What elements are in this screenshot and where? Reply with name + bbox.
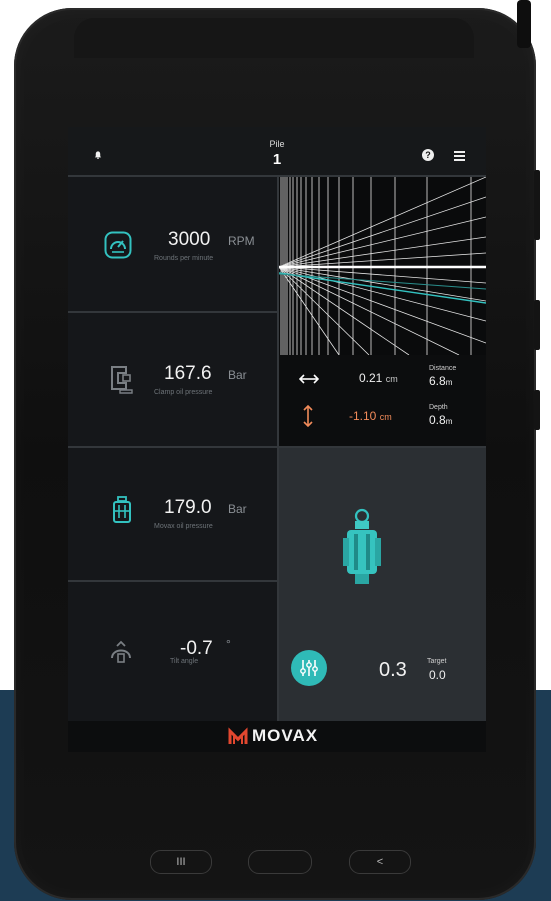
tablet-top-bezel: [74, 18, 474, 58]
home-button[interactable]: [248, 850, 312, 874]
tilt-icon: [111, 640, 131, 663]
rpm-panel[interactable]: 3000 RPM Rounds per minute: [68, 177, 277, 311]
movax-pressure-value: 179.0: [164, 497, 212, 518]
clamp-pressure-label: Clamp oil pressure: [154, 389, 213, 396]
depth-value: 0.8m: [429, 413, 452, 427]
horizontal-offset-unit: cm: [385, 374, 398, 384]
hammer-icon: [113, 496, 131, 523]
depth-unit: m: [445, 417, 453, 426]
vertical-offset: -1.10 cm: [349, 409, 392, 423]
vertical-arrows-icon: [303, 405, 313, 427]
rpm-unit: RPM: [228, 234, 255, 248]
distance-value: 6.8m: [429, 374, 452, 388]
settings-button[interactable]: [291, 650, 327, 686]
tilt-panel[interactable]: -0.7 ° Tilt angle: [68, 582, 277, 721]
hamburger-icon[interactable]: [454, 151, 465, 163]
brand-footer: MOVAX: [68, 721, 486, 752]
movax-logo-icon: [228, 727, 248, 744]
target-label: Target: [427, 658, 447, 665]
movax-pressure-panel[interactable]: 179.0 Bar Movax oil pressure: [68, 448, 277, 580]
clamp-pressure-panel[interactable]: 167.6 Bar Clamp oil pressure: [68, 313, 277, 446]
target-value: 0.0: [429, 668, 446, 682]
distance-number: 6.8: [429, 374, 446, 388]
brand-name: MOVAX: [252, 726, 319, 745]
depth-number: 0.8: [429, 413, 446, 427]
alignment-view[interactable]: [278, 176, 486, 356]
clamp-icon: [111, 366, 133, 394]
distance-label: Distance: [429, 365, 457, 372]
hammer-panel[interactable]: 0.3 Target 0.0: [279, 448, 486, 721]
alignment-grid: [278, 176, 486, 356]
question-circle-icon[interactable]: ?: [422, 149, 434, 161]
tilt-label: Tilt angle: [170, 658, 199, 665]
tilt-unit: °: [226, 637, 231, 651]
depth-label: Depth: [429, 404, 448, 411]
distance-unit: m: [445, 378, 453, 387]
gauge-icon: [104, 231, 132, 259]
clamp-pressure-value: 167.6: [164, 363, 212, 384]
horizontal-arrows-icon: [299, 374, 319, 384]
back-button[interactable]: <: [349, 850, 411, 874]
pile-label: Pile: [269, 139, 285, 149]
current-depth-value: 0.3: [379, 659, 407, 681]
movax-pressure-label: Movax oil pressure: [154, 523, 213, 530]
vertical-offset-unit: cm: [379, 412, 392, 422]
clamp-pressure-unit: Bar: [228, 368, 247, 382]
app-screen: Pile 1 ? 3000 RPM Rounds per minute 167.…: [68, 127, 486, 752]
stylus: [517, 0, 531, 48]
horizontal-offset: 0.21 cm: [359, 371, 398, 385]
sliders-icon: [300, 660, 318, 676]
vertical-offset-value: -1.10: [349, 409, 377, 423]
volume-button[interactable]: [534, 170, 540, 240]
horizontal-offset-value: 0.21: [359, 371, 383, 385]
rpm-value: 3000: [168, 229, 211, 250]
top-bar: Pile 1 ?: [68, 127, 486, 175]
vibro-hammer-icon: [343, 508, 381, 584]
measurements-panel: 0.21 cm Distance 6.8m -1.10 cm Depth 0.8…: [279, 355, 486, 446]
movax-pressure-unit: Bar: [228, 502, 247, 516]
tilt-value: -0.7: [180, 638, 213, 659]
side-key[interactable]: [534, 390, 540, 430]
power-button[interactable]: [534, 300, 540, 350]
recent-apps-button[interactable]: III: [150, 850, 212, 874]
rpm-label: Rounds per minute: [154, 255, 214, 262]
